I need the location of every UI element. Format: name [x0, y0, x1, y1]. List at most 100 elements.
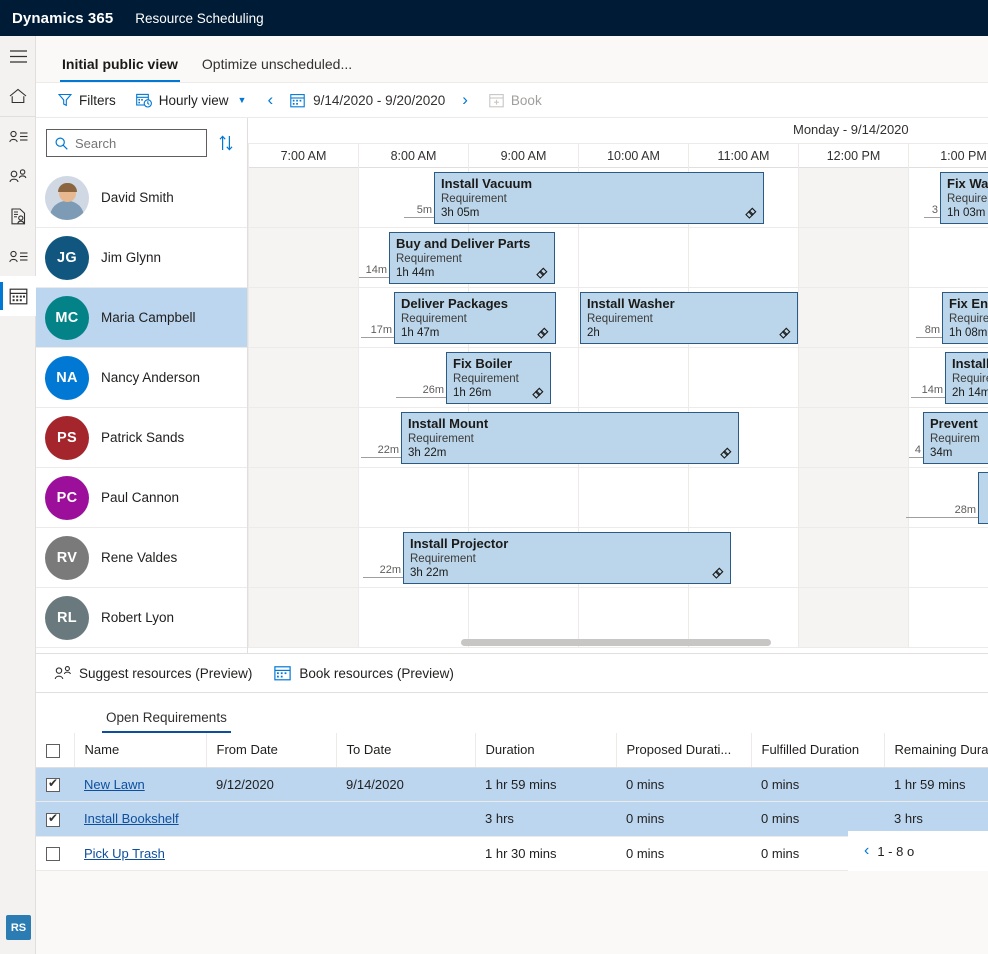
booking-card[interactable]: Deliver PackagesRequirement1h 47m [394, 292, 556, 344]
date-range-display[interactable]: 9/14/2020 - 9/20/2020 [286, 93, 449, 108]
schedule-cell[interactable] [248, 528, 358, 587]
resource-row[interactable]: PCPaul Cannon [36, 468, 247, 528]
column-header[interactable]: From Date [206, 733, 336, 767]
column-header[interactable]: Proposed Durati... [616, 733, 751, 767]
requirement-name-link[interactable]: Pick Up Trash [84, 846, 165, 861]
resource-row[interactable]: RVRene Valdes [36, 528, 247, 588]
user-avatar-rail[interactable]: RS [6, 915, 31, 940]
schedule-cell[interactable] [248, 588, 358, 647]
requirement-name-link[interactable]: Install Bookshelf [84, 811, 179, 826]
column-header[interactable]: Remaining Duration [884, 733, 988, 767]
tab-open-requirements[interactable]: Open Requirements [96, 710, 237, 733]
booking-card[interactable]: PreventRequirem34m [923, 412, 988, 464]
schedule-cell[interactable] [358, 588, 468, 647]
schedule-cell[interactable] [248, 228, 358, 287]
tab-initial-public-view[interactable]: Initial public view [50, 56, 190, 82]
booking-card[interactable]: Install WasherRequirement2h [580, 292, 798, 344]
resource-row[interactable]: NANancy Anderson [36, 348, 247, 408]
booking-card[interactable]: Install MountRequirement3h 22m [401, 412, 739, 464]
row-checkbox[interactable] [46, 813, 60, 827]
sort-toggle-icon[interactable] [215, 133, 237, 153]
schedule-cell[interactable] [248, 168, 358, 227]
suggest-resources-label: Suggest resources (Preview) [79, 666, 252, 681]
row-checkbox[interactable] [46, 778, 60, 792]
schedule-row[interactable]: 14mBuy and Deliver PartsRequirement1h 44… [248, 228, 988, 288]
schedule-cell[interactable] [358, 468, 468, 527]
schedule-cell[interactable] [798, 408, 908, 467]
view-mode-button[interactable]: Hourly view ▼ [128, 89, 255, 112]
booking-card[interactable]: Fix EngRequirem1h 08m [942, 292, 988, 344]
next-period-button[interactable]: › [453, 88, 477, 112]
table-row[interactable]: New Lawn9/12/20209/14/20201 hr 59 mins0 … [36, 767, 988, 802]
schedule-cell[interactable] [468, 468, 578, 527]
document-person-icon[interactable] [0, 196, 36, 236]
resource-row[interactable]: David Smith [36, 168, 247, 228]
column-header[interactable]: Fulfilled Duration [751, 733, 884, 767]
schedule-cell[interactable] [798, 348, 908, 407]
book-button[interactable]: Book [481, 89, 550, 112]
schedule-cell[interactable] [248, 288, 358, 347]
suggest-resources-button[interactable]: Suggest resources (Preview) [54, 666, 252, 681]
schedule-cell[interactable] [798, 528, 908, 587]
table-row[interactable]: Install Bookshelf3 hrs0 mins0 mins3 hrs [36, 802, 988, 837]
resource-row[interactable]: RLRobert Lyon [36, 588, 247, 648]
column-header[interactable]: To Date [336, 733, 475, 767]
search-input[interactable] [75, 136, 198, 151]
previous-period-button[interactable]: ‹ [258, 88, 282, 112]
page-previous-button[interactable]: ‹ [864, 842, 869, 860]
resources-list-icon[interactable] [0, 236, 36, 276]
select-all-checkbox[interactable] [46, 744, 60, 758]
home-icon[interactable] [0, 76, 36, 116]
schedule-cell[interactable] [798, 168, 908, 227]
schedule-cell[interactable] [248, 348, 358, 407]
schedule-cell[interactable] [908, 228, 988, 287]
booking-card[interactable] [978, 472, 988, 524]
search-icon [55, 137, 68, 150]
schedule-cell[interactable] [798, 228, 908, 287]
schedule-cell[interactable] [688, 228, 798, 287]
table-row[interactable]: Pick Up Trash1 hr 30 mins0 mins0 mins1 h… [36, 836, 988, 871]
book-resources-button[interactable]: Book resources (Preview) [274, 665, 454, 681]
booking-card[interactable]: InstallRequire2h 14m [945, 352, 988, 404]
booking-card[interactable]: Fix WaRequirem1h 03m [940, 172, 988, 224]
schedule-cell[interactable] [578, 228, 688, 287]
requirement-name-link[interactable]: New Lawn [84, 777, 145, 792]
calendar-board-icon[interactable] [0, 276, 36, 316]
resource-row[interactable]: MCMaria Campbell [36, 288, 247, 348]
booking-card[interactable]: Install ProjectorRequirement3h 22m [403, 532, 731, 584]
column-header[interactable]: Duration [475, 733, 616, 767]
resource-name-label: David Smith [101, 190, 174, 205]
chevron-down-icon[interactable]: ▼ [238, 95, 247, 105]
schedule-cell[interactable] [798, 468, 908, 527]
scrollbar-thumb[interactable] [461, 639, 771, 646]
tab-optimize-unscheduled[interactable]: Optimize unscheduled... [190, 56, 364, 82]
hamburger-menu-icon[interactable] [0, 36, 36, 76]
schedule-cell[interactable] [688, 348, 798, 407]
schedule-cell[interactable] [248, 468, 358, 527]
schedule-row[interactable]: 28m [248, 468, 988, 528]
booking-card[interactable]: Fix BoilerRequirement1h 26m [446, 352, 551, 404]
booking-card[interactable]: Buy and Deliver PartsRequirement1h 44m [389, 232, 555, 284]
schedule-row[interactable]: 26mFix BoilerRequirement1h 26m14mInstall… [248, 348, 988, 408]
column-header[interactable]: Name [74, 733, 206, 767]
schedule-cell[interactable] [798, 288, 908, 347]
horizontal-scrollbar[interactable] [461, 639, 988, 649]
schedule-row[interactable]: 22mInstall ProjectorRequirement3h 22m [248, 528, 988, 588]
resource-row[interactable]: JGJim Glynn [36, 228, 247, 288]
schedule-row[interactable]: 5mInstall VacuumRequirement3h 05m3Fix Wa… [248, 168, 988, 228]
row-checkbox[interactable] [46, 847, 60, 861]
resource-row[interactable]: PSPatrick Sands [36, 408, 247, 468]
schedule-cell[interactable] [908, 528, 988, 587]
schedule-row[interactable]: 17mDeliver PackagesRequirement1h 47mInst… [248, 288, 988, 348]
filters-button[interactable]: Filters [50, 89, 124, 112]
hourly-view-icon [136, 93, 152, 108]
search-box[interactable] [46, 129, 207, 157]
schedule-cell[interactable] [578, 348, 688, 407]
pinned-people-icon[interactable] [0, 156, 36, 196]
booking-card[interactable]: Install VacuumRequirement3h 05m [434, 172, 764, 224]
schedule-cell[interactable] [248, 408, 358, 467]
schedule-cell[interactable] [578, 468, 688, 527]
schedule-cell[interactable] [688, 468, 798, 527]
recent-list-icon[interactable] [0, 116, 36, 156]
schedule-row[interactable]: 22mInstall MountRequirement3h 22m4Preven… [248, 408, 988, 468]
